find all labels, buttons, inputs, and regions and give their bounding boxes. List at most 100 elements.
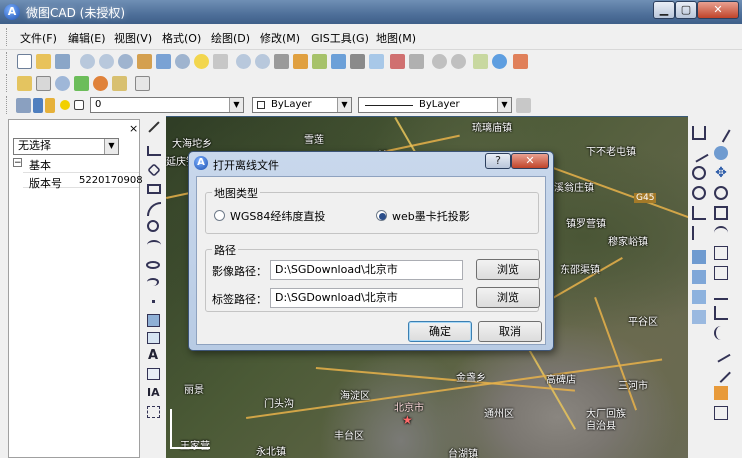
copy-icon[interactable] [692,250,706,264]
circle-icon[interactable] [147,220,159,232]
export-icon[interactable] [369,54,384,69]
mirror-icon[interactable] [692,270,706,284]
menu-view[interactable]: 视图(V) [114,30,152,46]
maximize-button[interactable]: ▢ [675,1,697,19]
menu-gis-tools[interactable]: GIS工具(G) [311,30,369,46]
ellipse-icon[interactable] [146,261,160,269]
layer-lock-icon[interactable] [45,98,55,113]
globe-icon[interactable] [492,54,507,69]
color-select[interactable]: ByLayer ▼ [252,97,352,113]
toolbar-grip[interactable] [6,52,9,70]
zoom-extents-icon[interactable] [118,54,133,69]
collapse-icon[interactable]: − [13,158,22,168]
plugin-icon[interactable] [473,54,488,69]
point-icon[interactable] [152,300,155,303]
image-icon[interactable] [513,54,528,69]
divide-icon[interactable] [714,266,728,280]
text-icon[interactable]: A [148,348,160,363]
toolbar-grip-3[interactable] [6,96,9,114]
close-button[interactable]: ✕ [697,1,739,19]
cancel-button[interactable]: 取消 [478,321,542,342]
copy-object-icon[interactable] [714,146,728,160]
linetype-select[interactable]: ByLayer ▼ [358,97,512,113]
ok-button[interactable]: 确定 [408,321,472,342]
array-icon[interactable] [692,310,706,324]
stretch-icon[interactable] [714,226,728,240]
dialog-close-button[interactable]: ✕ [511,153,549,169]
zoom-realtime-icon[interactable] [255,54,270,69]
selection-dropdown-icon[interactable]: ▼ [104,139,118,154]
grid-icon[interactable] [714,246,728,260]
ordinate-dimension-icon[interactable] [692,226,706,240]
angular-dimension-icon[interactable] [692,206,706,220]
dimension-icon[interactable] [692,126,706,140]
color-dropdown-icon[interactable]: ▼ [337,98,351,112]
shape-icon[interactable] [74,76,89,91]
erase-icon[interactable] [711,123,731,143]
linetype-dropdown-icon[interactable]: ▼ [497,98,511,112]
extend-icon[interactable] [714,306,728,320]
polyline-icon[interactable] [147,146,161,156]
explode-icon[interactable] [714,386,728,400]
measure-icon[interactable] [175,54,190,69]
help-icon[interactable] [213,54,228,69]
radio-wgs84-label[interactable]: WGS84经纬度直投 [230,208,325,224]
brush-icon[interactable] [293,54,308,69]
lineweight-icon[interactable] [516,98,531,113]
pencil-icon[interactable] [350,54,365,69]
scale-icon[interactable] [714,206,728,220]
cloud-icon[interactable] [55,76,70,91]
label-path-input[interactable]: D:\SGDownload\北京市 [270,288,463,308]
menu-grip[interactable] [6,28,9,46]
layer-icon[interactable] [312,54,327,69]
panel-close-icon[interactable]: × [129,122,138,135]
mtext-icon[interactable]: IA [147,386,160,399]
save-icon[interactable] [55,54,70,69]
polygon-icon[interactable] [147,163,161,177]
open-file-icon[interactable] [36,54,51,69]
join-icon[interactable] [711,343,731,363]
layers-stack-icon[interactable] [331,54,346,69]
radio-web-mercator[interactable] [376,210,387,221]
table-icon[interactable] [147,368,160,380]
pan-icon[interactable] [137,54,152,69]
menu-edit[interactable]: 编辑(E) [68,30,106,46]
redo-icon[interactable] [451,54,466,69]
ellipse-arc-icon[interactable] [147,278,159,286]
new-file-icon[interactable] [17,54,32,69]
layer-color-icon[interactable] [74,100,84,110]
note-icon[interactable] [17,76,32,91]
layer-manager-icon[interactable] [16,98,31,113]
layer-dropdown-icon[interactable]: ▼ [229,98,243,112]
match-properties-icon[interactable] [409,54,424,69]
property-row[interactable]: 版本号 5220170908 [23,172,143,190]
light-bulb-icon[interactable] [194,54,209,69]
pedit-icon[interactable] [714,406,728,420]
eraser-icon[interactable] [112,76,127,91]
menu-format[interactable]: 格式(O) [162,30,201,46]
layer-select[interactable]: 0 ▼ [90,97,244,113]
layer-freeze-icon[interactable] [60,100,70,110]
rotate-icon[interactable] [714,186,728,200]
radio-wgs84[interactable] [214,210,225,221]
select-window-icon[interactable] [135,76,150,91]
chamfer-icon[interactable] [711,363,731,383]
frame-icon[interactable] [36,76,51,91]
insert-icon[interactable] [147,332,160,344]
menu-draw[interactable]: 绘图(D) [211,30,250,46]
toolbar-grip-2[interactable] [6,74,9,92]
layer-on-icon[interactable] [33,98,43,113]
aligned-dimension-icon[interactable] [689,143,709,163]
offset-icon[interactable] [692,290,706,304]
rectangle-icon[interactable] [147,184,161,194]
properties-icon[interactable] [390,54,405,69]
spline-icon[interactable] [147,240,161,250]
color-wheel-icon[interactable] [93,76,108,91]
block-icon[interactable] [147,314,160,327]
ucs-icon[interactable] [156,54,171,69]
break-icon[interactable] [714,326,728,340]
zoom-window-icon[interactable] [80,54,95,69]
radio-web-mercator-label[interactable]: web墨卡托投影 [392,208,470,224]
menu-map[interactable]: 地图(M) [376,30,416,46]
line-icon[interactable] [148,121,160,133]
